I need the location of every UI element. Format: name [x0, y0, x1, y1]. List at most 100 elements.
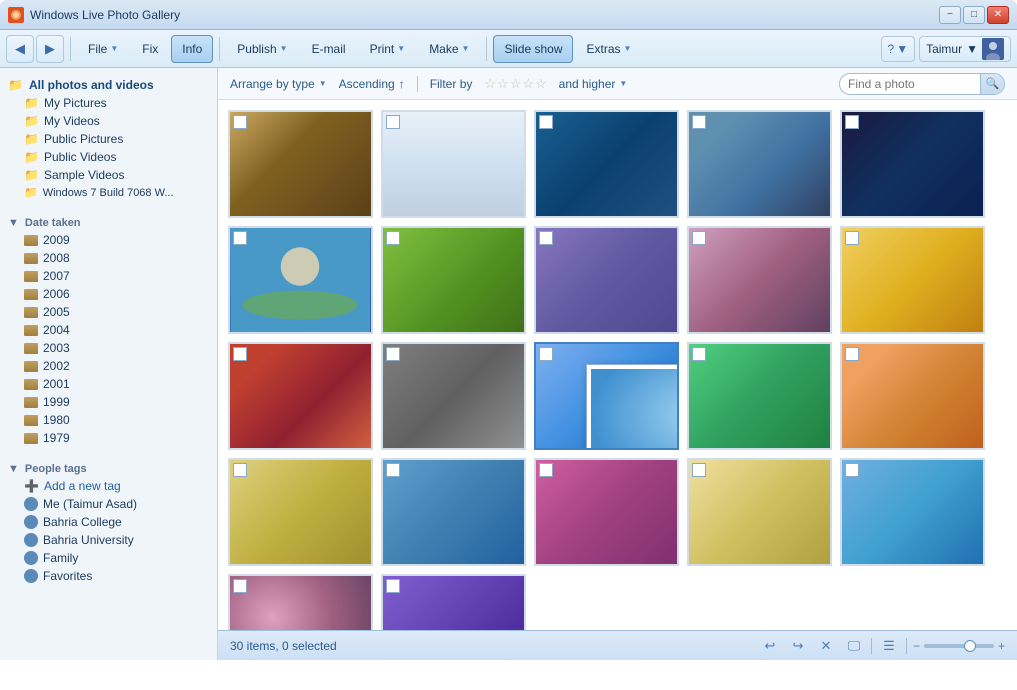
- photo-thumb[interactable]: [840, 458, 985, 566]
- photo-thumb[interactable]: [381, 226, 526, 334]
- photo-thumb[interactable]: [228, 342, 373, 450]
- sidebar-item-my-pictures[interactable]: 📁 My Pictures: [0, 94, 217, 112]
- close-button[interactable]: ✕: [987, 6, 1009, 24]
- photo-checkbox[interactable]: [539, 115, 553, 129]
- photo-thumb[interactable]: [534, 110, 679, 218]
- zoom-plus-icon[interactable]: +: [998, 639, 1005, 653]
- photo-thumb[interactable]: [381, 342, 526, 450]
- fix-button[interactable]: Fix: [131, 35, 169, 63]
- slider-thumb[interactable]: [964, 640, 976, 652]
- photo-thumb[interactable]: [687, 226, 832, 334]
- sidebar-year-2004[interactable]: 2004: [0, 321, 217, 339]
- sort-order-filter[interactable]: Ascending ↑: [339, 77, 405, 91]
- photo-checkbox[interactable]: [692, 463, 706, 477]
- photo-checkbox[interactable]: [233, 347, 247, 361]
- print-menu[interactable]: Print ▼: [359, 35, 417, 63]
- photo-checkbox[interactable]: [386, 463, 400, 477]
- sidebar-year-1979[interactable]: 1979: [0, 429, 217, 447]
- sidebar-year-2003[interactable]: 2003: [0, 339, 217, 357]
- sidebar-people-header[interactable]: ▼ People tags: [0, 457, 217, 477]
- photo-checkbox[interactable]: [692, 347, 706, 361]
- view-slider[interactable]: − +: [913, 639, 1005, 653]
- view-button[interactable]: 🖵: [843, 635, 865, 657]
- minimize-button[interactable]: −: [939, 6, 961, 24]
- maximize-button[interactable]: □: [963, 6, 985, 24]
- photo-thumb[interactable]: [228, 226, 373, 334]
- redo-button[interactable]: ↪: [787, 635, 809, 657]
- photo-thumb[interactable]: [840, 342, 985, 450]
- undo-button[interactable]: ↩: [759, 635, 781, 657]
- zoom-minus-icon[interactable]: −: [913, 639, 920, 653]
- back-button[interactable]: ◀: [6, 35, 34, 63]
- sidebar-year-2005[interactable]: 2005: [0, 303, 217, 321]
- photo-thumb[interactable]: [840, 226, 985, 334]
- make-menu[interactable]: Make ▼: [418, 35, 480, 63]
- photo-thumb[interactable]: [228, 110, 373, 218]
- sidebar-year-2009[interactable]: 2009: [0, 231, 217, 249]
- sidebar-item-my-videos[interactable]: 📁 My Videos: [0, 112, 217, 130]
- photo-checkbox[interactable]: [233, 579, 247, 593]
- sidebar-year-1980[interactable]: 1980: [0, 411, 217, 429]
- sidebar-person-0[interactable]: Me (Taimur Asad): [0, 495, 217, 513]
- photo-checkbox[interactable]: [845, 347, 859, 361]
- search-box[interactable]: 🔍: [839, 73, 1005, 95]
- photo-thumb[interactable]: [840, 110, 985, 218]
- help-button[interactable]: ? ▼: [881, 36, 916, 62]
- photo-checkbox[interactable]: [845, 231, 859, 245]
- publish-menu[interactable]: Publish ▼: [226, 35, 298, 63]
- photo-thumb[interactable]: [687, 458, 832, 566]
- forward-button[interactable]: ▶: [36, 35, 64, 63]
- search-input[interactable]: [840, 77, 980, 91]
- photo-checkbox[interactable]: [386, 347, 400, 361]
- sidebar-year-2008[interactable]: 2008: [0, 249, 217, 267]
- photo-thumb[interactable]: [381, 458, 526, 566]
- sidebar-year-1999[interactable]: 1999: [0, 393, 217, 411]
- photo-thumb[interactable]: [381, 574, 526, 630]
- sidebar-year-2002[interactable]: 2002: [0, 357, 217, 375]
- sidebar-item-win7[interactable]: 📁 Windows 7 Build 7068 W...: [0, 184, 217, 201]
- photo-thumb[interactable]: [381, 110, 526, 218]
- photo-thumb[interactable]: [228, 458, 373, 566]
- extras-menu[interactable]: Extras ▼: [575, 35, 642, 63]
- star-rating-filter[interactable]: ☆ ☆ ☆ ☆ ☆: [484, 76, 546, 92]
- photo-checkbox[interactable]: [845, 115, 859, 129]
- sidebar-person-3[interactable]: Family: [0, 549, 217, 567]
- photo-grid[interactable]: img23.jpg Not rated 3/6/2009 9:10 AM 1.3…: [218, 100, 1017, 630]
- photo-checkbox[interactable]: [386, 115, 400, 129]
- list-view-button[interactable]: ☰: [878, 635, 900, 657]
- file-menu[interactable]: File ▼: [77, 35, 129, 63]
- photo-thumb[interactable]: [687, 110, 832, 218]
- and-higher-filter[interactable]: and higher ▼: [559, 77, 628, 91]
- photo-checkbox[interactable]: [539, 347, 553, 361]
- search-button[interactable]: 🔍: [980, 73, 1004, 95]
- slider-track[interactable]: [924, 644, 994, 648]
- sidebar-all-photos[interactable]: 📁 All photos and videos: [0, 74, 217, 94]
- sidebar-year-2006[interactable]: 2006: [0, 285, 217, 303]
- photo-checkbox[interactable]: [692, 231, 706, 245]
- photo-thumb[interactable]: img23.jpg Not rated 3/6/2009 9:10 AM 1.3…: [534, 342, 679, 450]
- photo-thumb[interactable]: [534, 458, 679, 566]
- photo-checkbox[interactable]: [386, 231, 400, 245]
- photo-thumb[interactable]: [228, 574, 373, 630]
- sidebar-date-header[interactable]: ▼ Date taken: [0, 211, 217, 231]
- sidebar-year-2001[interactable]: 2001: [0, 375, 217, 393]
- email-button[interactable]: E-mail: [301, 35, 357, 63]
- photo-checkbox[interactable]: [233, 231, 247, 245]
- slideshow-button[interactable]: Slide show: [493, 35, 573, 63]
- photo-checkbox[interactable]: [539, 231, 553, 245]
- sidebar-person-2[interactable]: Bahria University: [0, 531, 217, 549]
- info-button[interactable]: Info: [171, 35, 213, 63]
- photo-checkbox[interactable]: [692, 115, 706, 129]
- photo-thumb[interactable]: [687, 342, 832, 450]
- photo-checkbox[interactable]: [386, 579, 400, 593]
- sidebar-add-tag[interactable]: ➕ Add a new tag: [0, 477, 217, 495]
- photo-checkbox[interactable]: [539, 463, 553, 477]
- sidebar-item-public-pictures[interactable]: 📁 Public Pictures: [0, 130, 217, 148]
- sidebar-item-public-videos[interactable]: 📁 Public Videos: [0, 148, 217, 166]
- user-button[interactable]: Taimur ▼: [919, 36, 1011, 62]
- sidebar-year-2007[interactable]: 2007: [0, 267, 217, 285]
- photo-checkbox[interactable]: [845, 463, 859, 477]
- sidebar-item-sample-videos[interactable]: 📁 Sample Videos: [0, 166, 217, 184]
- sidebar-person-1[interactable]: Bahria College: [0, 513, 217, 531]
- photo-checkbox[interactable]: [233, 115, 247, 129]
